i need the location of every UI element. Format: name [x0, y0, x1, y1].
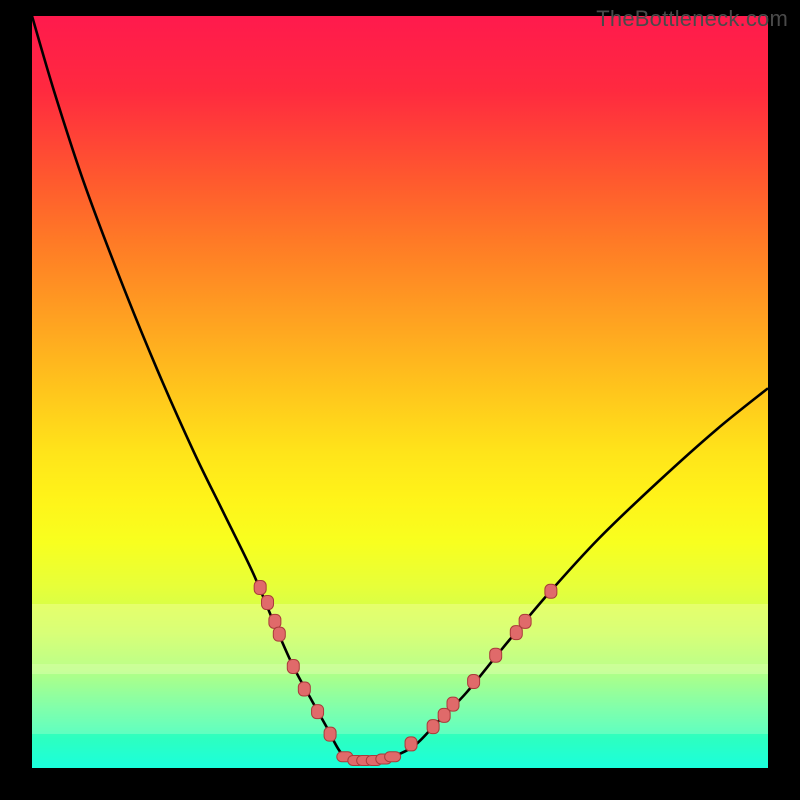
data-marker: [427, 720, 439, 734]
data-marker: [254, 581, 266, 595]
chart-svg: [32, 16, 768, 768]
data-marker: [405, 737, 417, 751]
data-marker: [273, 627, 285, 641]
plot-area: [32, 16, 768, 768]
watermark-text: TheBottleneck.com: [596, 6, 788, 32]
chart-container: TheBottleneck.com: [0, 0, 800, 800]
data-marker: [312, 705, 324, 719]
data-marker: [287, 659, 299, 673]
data-marker: [262, 596, 274, 610]
data-marker: [447, 697, 459, 711]
data-marker: [519, 614, 531, 628]
marker-group: [254, 581, 557, 766]
data-marker: [510, 626, 522, 640]
data-marker: [298, 682, 310, 696]
data-marker: [490, 648, 502, 662]
data-marker: [468, 675, 480, 689]
data-marker: [385, 752, 401, 762]
data-marker: [269, 614, 281, 628]
data-marker: [438, 708, 450, 722]
data-marker: [324, 727, 336, 741]
bottleneck-curve: [32, 16, 768, 761]
data-marker: [545, 584, 557, 598]
